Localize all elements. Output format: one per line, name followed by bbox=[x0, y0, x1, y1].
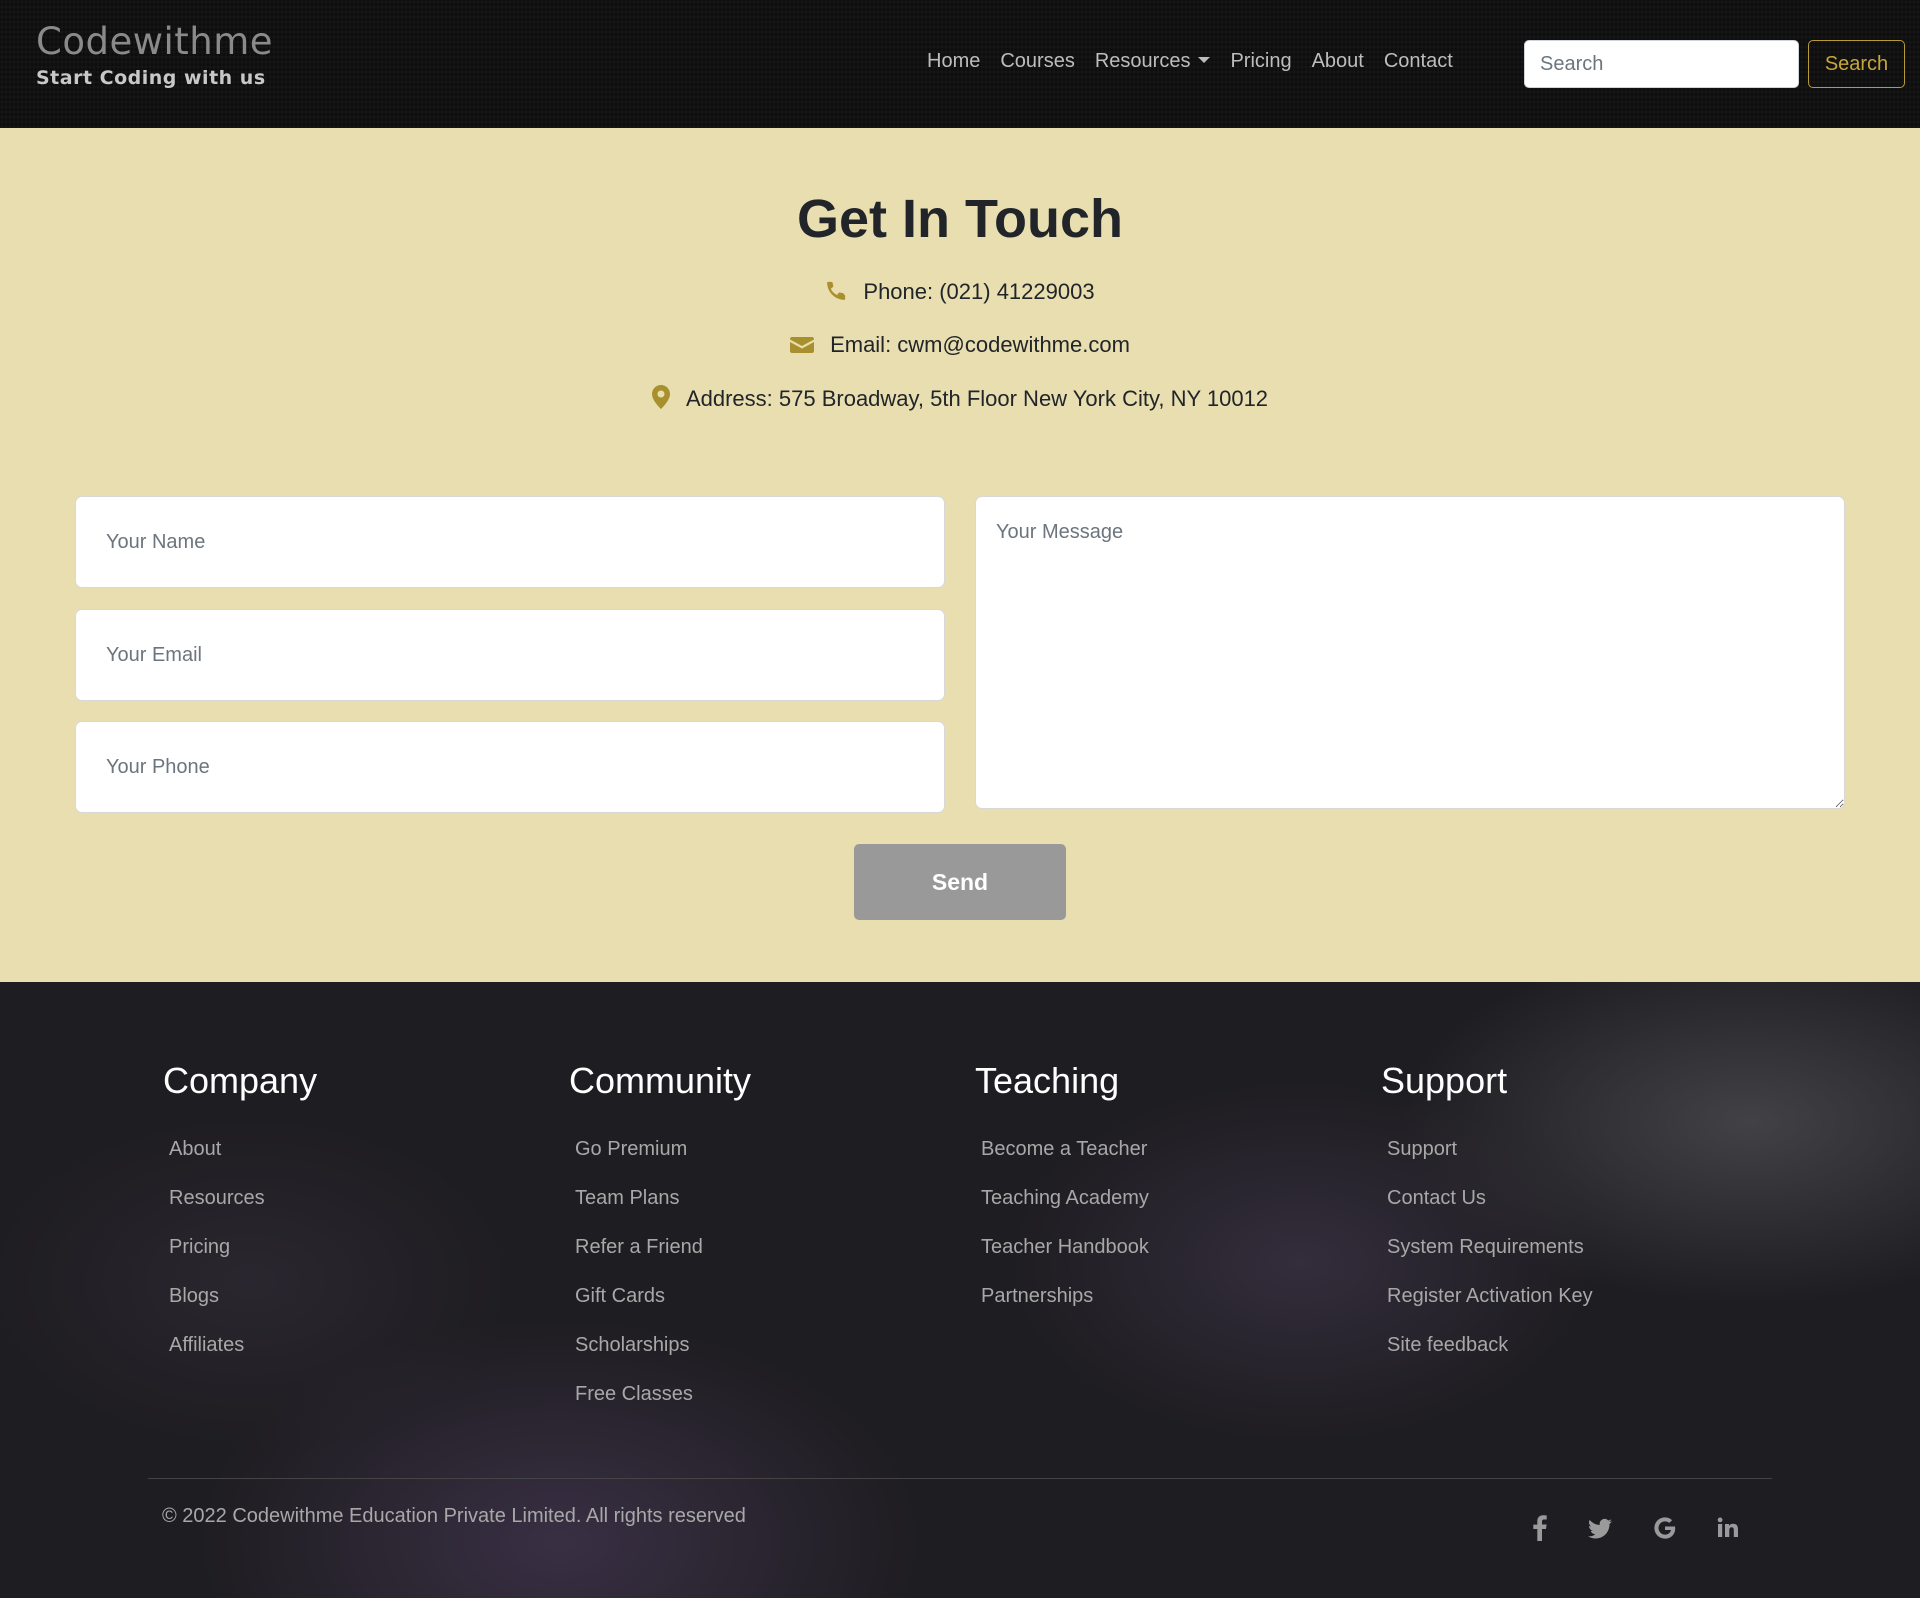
linkedin-icon[interactable] bbox=[1713, 1513, 1743, 1543]
facebook-icon[interactable] bbox=[1525, 1513, 1555, 1543]
nav-resources-dropdown[interactable]: Resources bbox=[1085, 50, 1221, 73]
map-marker-icon bbox=[651, 385, 670, 415]
footer-link[interactable]: Teacher Handbook bbox=[981, 1236, 1149, 1285]
footer-link[interactable]: Free Classes bbox=[575, 1383, 751, 1432]
footer-link[interactable]: Go Premium bbox=[575, 1138, 751, 1187]
nav-contact[interactable]: Contact bbox=[1374, 50, 1463, 73]
footer-column-community: Community Go Premium Team Plans Refer a … bbox=[569, 1060, 751, 1432]
footer-link[interactable]: Refer a Friend bbox=[575, 1236, 751, 1285]
twitter-icon[interactable] bbox=[1585, 1513, 1615, 1543]
footer-link[interactable]: Scholarships bbox=[575, 1334, 751, 1383]
footer-column-title: Teaching bbox=[975, 1060, 1120, 1101]
footer: Company About Resources Pricing Blogs Af… bbox=[0, 982, 1920, 1598]
phone-text: Phone: (021) 41229003 bbox=[863, 279, 1095, 304]
contact-email: Email: cwm@codewithme.com bbox=[0, 332, 1920, 361]
address-text: Address: 575 Broadway, 5th Floor New Yor… bbox=[685, 386, 1269, 411]
footer-link[interactable]: Become a Teacher bbox=[981, 1138, 1149, 1187]
send-button[interactable]: Send bbox=[854, 844, 1066, 920]
nav-resources-label: Resources bbox=[1094, 50, 1191, 72]
footer-column-title: Support bbox=[1381, 1060, 1508, 1101]
footer-divider bbox=[148, 1478, 1772, 1479]
footer-link[interactable]: Pricing bbox=[169, 1236, 317, 1285]
nav-home[interactable]: Home bbox=[917, 50, 990, 73]
footer-link[interactable]: About bbox=[169, 1138, 317, 1187]
brand[interactable]: Codewithme Start Coding with us bbox=[36, 20, 273, 89]
copyright-text: © 2022 Codewithme Education Private Limi… bbox=[162, 1505, 746, 1527]
phone-field[interactable] bbox=[75, 721, 945, 813]
brand-tagline: Start Coding with us bbox=[36, 67, 266, 89]
message-field[interactable] bbox=[975, 496, 1845, 809]
footer-column-company: Company About Resources Pricing Blogs Af… bbox=[163, 1060, 317, 1383]
footer-column-title: Community bbox=[569, 1060, 752, 1101]
footer-link[interactable]: Site feedback bbox=[1387, 1334, 1593, 1383]
name-field[interactable] bbox=[75, 496, 945, 588]
email-field[interactable] bbox=[75, 609, 945, 701]
footer-column-support: Support Support Contact Us System Requir… bbox=[1381, 1060, 1593, 1383]
search-button[interactable]: Search bbox=[1808, 40, 1905, 88]
search-input[interactable] bbox=[1524, 40, 1799, 88]
nav-pricing[interactable]: Pricing bbox=[1220, 50, 1301, 73]
footer-link[interactable]: Support bbox=[1387, 1138, 1593, 1187]
footer-link[interactable]: Blogs bbox=[169, 1285, 317, 1334]
navbar: Codewithme Start Coding with us Home Cou… bbox=[0, 0, 1920, 128]
footer-link[interactable]: Resources bbox=[169, 1187, 317, 1236]
email-text: Email: cwm@codewithme.com bbox=[830, 332, 1130, 357]
footer-link[interactable]: Partnerships bbox=[981, 1285, 1149, 1334]
footer-column-teaching: Teaching Become a Teacher Teaching Acade… bbox=[975, 1060, 1149, 1334]
contact-phone: Phone: (021) 41229003 bbox=[0, 279, 1920, 308]
nav-links: Home Courses Resources Pricing About Con… bbox=[917, 50, 1463, 73]
footer-link[interactable]: Register Activation Key bbox=[1387, 1285, 1593, 1334]
nav-about[interactable]: About bbox=[1302, 50, 1374, 73]
envelope-icon bbox=[790, 335, 815, 361]
footer-link[interactable]: Teaching Academy bbox=[981, 1187, 1149, 1236]
contact-address: Address: 575 Broadway, 5th Floor New Yor… bbox=[0, 385, 1920, 415]
brand-name[interactable]: Codewithme bbox=[36, 20, 273, 63]
google-icon[interactable] bbox=[1650, 1513, 1680, 1543]
footer-link[interactable]: Gift Cards bbox=[575, 1285, 751, 1334]
footer-link[interactable]: System Requirements bbox=[1387, 1236, 1593, 1285]
footer-link[interactable]: Contact Us bbox=[1387, 1187, 1593, 1236]
page-title: Get In Touch bbox=[797, 189, 1123, 249]
phone-icon bbox=[825, 280, 847, 308]
chevron-down-icon bbox=[1198, 57, 1211, 63]
footer-link[interactable]: Affiliates bbox=[169, 1334, 317, 1383]
nav-courses[interactable]: Courses bbox=[990, 50, 1084, 73]
footer-column-title: Company bbox=[163, 1060, 318, 1101]
footer-link[interactable]: Team Plans bbox=[575, 1187, 751, 1236]
